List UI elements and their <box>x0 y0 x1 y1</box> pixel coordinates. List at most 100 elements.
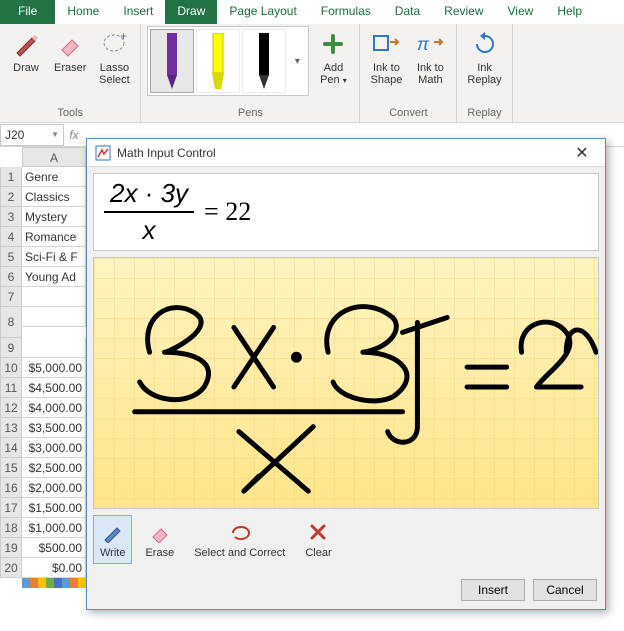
row-header[interactable]: 14 <box>0 438 22 458</box>
row-header[interactable]: 7 <box>0 287 22 307</box>
draw-button[interactable]: Draw <box>6 26 46 76</box>
tab-review[interactable]: Review <box>432 0 495 24</box>
tab-formulas[interactable]: Formulas <box>309 0 383 24</box>
row-header[interactable]: 8 <box>0 307 22 338</box>
lasso-select-button[interactable]: + LassoSelect <box>94 26 134 88</box>
tab-insert[interactable]: Insert <box>111 0 165 24</box>
row-header[interactable]: 10 <box>0 358 22 378</box>
tab-home[interactable]: Home <box>55 0 111 24</box>
ribbon-tabs: File Home Insert Draw Page Layout Formul… <box>0 0 624 24</box>
group-label-pens: Pens <box>238 105 263 122</box>
plus-icon <box>317 28 349 60</box>
cell[interactable]: Classics <box>22 187 86 207</box>
erase-tool[interactable]: Erase <box>138 515 181 564</box>
ink-replay-button[interactable]: InkReplay <box>463 26 505 88</box>
row-header[interactable]: 2 <box>0 187 22 207</box>
tab-data[interactable]: Data <box>383 0 432 24</box>
cell[interactable]: $1,000.00 <box>22 518 86 538</box>
row-header[interactable]: 11 <box>0 378 22 398</box>
cell[interactable]: $1,500.00 <box>22 498 86 518</box>
ink-to-shape-icon <box>370 28 402 60</box>
row-header[interactable]: 13 <box>0 418 22 438</box>
row-header[interactable]: 20 <box>0 558 22 578</box>
tab-page-layout[interactable]: Page Layout <box>217 0 308 24</box>
group-label-convert: Convert <box>389 105 428 122</box>
pencil-icon <box>10 28 42 60</box>
replay-icon <box>469 28 501 60</box>
cell[interactable]: Romance <box>22 227 86 247</box>
write-tool[interactable]: Write <box>93 515 132 564</box>
group-label-replay: Replay <box>467 105 501 122</box>
cell[interactable]: $3,500.00 <box>22 418 86 438</box>
dialog-title: Math Input Control <box>117 146 567 160</box>
cell[interactable] <box>22 307 86 327</box>
ink-to-math-button[interactable]: π Ink toMath <box>410 26 450 88</box>
pen-gallery[interactable]: ▾ <box>147 26 309 96</box>
eq-rhs: = 22 <box>204 197 251 227</box>
tab-help[interactable]: Help <box>545 0 594 24</box>
chevron-down-icon: ▼ <box>51 130 59 139</box>
cell[interactable]: $5,000.00 <box>22 358 86 378</box>
math-input-dialog: Math Input Control ✕ 2x · 3y x = 22 <box>86 138 606 610</box>
add-pen-button[interactable]: AddPen ▾ <box>313 26 353 88</box>
row-header[interactable]: 12 <box>0 398 22 418</box>
cell[interactable]: $4,500.00 <box>22 378 86 398</box>
clear-icon <box>306 520 330 544</box>
col-header-A[interactable]: A <box>22 147 86 167</box>
row-header[interactable]: 6 <box>0 267 22 287</box>
tab-view[interactable]: View <box>496 0 546 24</box>
cell[interactable] <box>22 338 86 358</box>
handwriting-icon <box>94 258 598 508</box>
pen-black[interactable] <box>242 29 286 93</box>
row-header[interactable]: 18 <box>0 518 22 538</box>
pen-purple[interactable] <box>150 29 194 93</box>
lasso-correct-icon <box>228 520 252 544</box>
row-header[interactable]: 9 <box>0 338 22 358</box>
ribbon: Draw Eraser + LassoSelect Tools ▾ AddP <box>0 24 624 123</box>
cell[interactable]: $500.00 <box>22 538 86 558</box>
name-box[interactable]: J20 ▼ <box>0 124 64 146</box>
row-header[interactable]: 17 <box>0 498 22 518</box>
math-input-icon <box>95 145 111 161</box>
pen-gallery-dropdown[interactable]: ▾ <box>288 56 306 67</box>
cell[interactable]: Mystery <box>22 207 86 227</box>
pencil-icon <box>101 520 125 544</box>
cell[interactable]: Genre <box>22 167 86 187</box>
row-header[interactable]: 4 <box>0 227 22 247</box>
select-correct-tool[interactable]: Select and Correct <box>187 515 292 564</box>
insert-button[interactable]: Insert <box>461 579 525 601</box>
cell[interactable]: $2,000.00 <box>22 478 86 498</box>
equation-preview: 2x · 3y x = 22 <box>93 173 599 251</box>
clear-tool[interactable]: Clear <box>298 515 338 564</box>
dialog-titlebar[interactable]: Math Input Control ✕ <box>87 139 605 167</box>
eraser-icon <box>54 28 86 60</box>
fx-icon[interactable]: fx <box>64 128 84 142</box>
row-header[interactable]: 15 <box>0 458 22 478</box>
group-replay: InkReplay Replay <box>457 24 512 122</box>
group-pens: ▾ AddPen ▾ Pens <box>141 24 360 122</box>
eq-denominator: x <box>143 213 156 246</box>
ink-canvas[interactable] <box>93 257 599 509</box>
eraser-button[interactable]: Eraser <box>50 26 90 76</box>
row-header[interactable]: 1 <box>0 167 22 187</box>
cell[interactable]: $3,000.00 <box>22 438 86 458</box>
ink-to-shape-button[interactable]: Ink toShape <box>366 26 406 88</box>
tab-file[interactable]: File <box>0 0 55 24</box>
group-label-tools: Tools <box>57 105 83 122</box>
close-button[interactable]: ✕ <box>567 143 597 163</box>
cell[interactable]: $4,000.00 <box>22 398 86 418</box>
svg-text:+: + <box>120 30 127 43</box>
cell[interactable]: Young Ad <box>22 267 86 287</box>
tab-draw[interactable]: Draw <box>165 0 217 24</box>
cell[interactable]: $0.00 <box>22 558 86 578</box>
cell[interactable]: Sci-Fi & F <box>22 247 86 267</box>
row-header[interactable]: 16 <box>0 478 22 498</box>
row-header[interactable]: 19 <box>0 538 22 558</box>
row-header[interactable]: 5 <box>0 247 22 267</box>
highlighter-yellow[interactable] <box>196 29 240 93</box>
eq-numerator: 2x · 3y <box>104 178 194 213</box>
cell[interactable] <box>22 287 86 307</box>
row-header[interactable]: 3 <box>0 207 22 227</box>
cancel-button[interactable]: Cancel <box>533 579 597 601</box>
cell[interactable]: $2,500.00 <box>22 458 86 478</box>
